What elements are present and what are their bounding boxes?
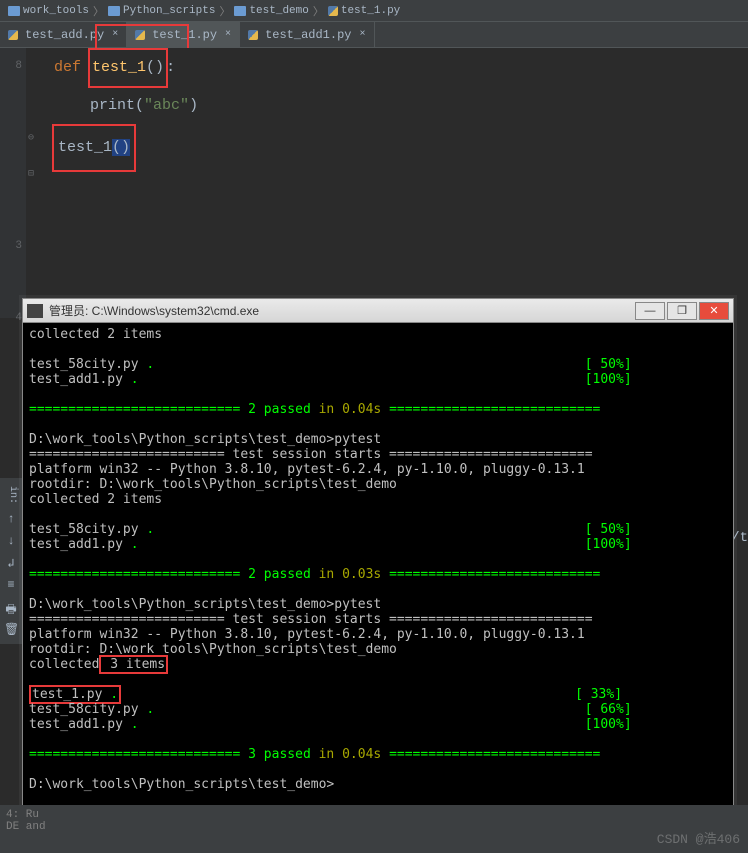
python-file-icon bbox=[135, 30, 145, 40]
folder-icon bbox=[108, 6, 120, 16]
breadcrumb-item[interactable]: work_tools bbox=[8, 5, 89, 17]
side-toolbar: in: ↑ ↓ ↲ ≡ 🖶 🗑 bbox=[0, 478, 22, 644]
status-text[interactable]: 4: Ru bbox=[6, 809, 742, 821]
code-line: test_1() bbox=[0, 124, 748, 172]
function-name: test_1 bbox=[92, 59, 146, 76]
editor-gutter: 8 3 4 bbox=[0, 48, 26, 318]
python-file-icon bbox=[248, 30, 258, 40]
close-icon[interactable]: × bbox=[112, 29, 118, 40]
tab-test-add1[interactable]: test_add1.py× bbox=[240, 22, 374, 47]
annotation-highlight: 3 items bbox=[99, 655, 168, 674]
breadcrumb-item[interactable]: test_1.py bbox=[328, 5, 400, 17]
string-literal: "abc" bbox=[144, 97, 189, 114]
status-bar: 4: Ru DE and bbox=[0, 805, 748, 853]
close-button[interactable]: ✕ bbox=[699, 302, 729, 320]
chevron-right-icon: 〉 bbox=[93, 3, 104, 19]
editor-tabs: test_add.py× test_1.py× test_add1.py× bbox=[0, 22, 748, 48]
chevron-right-icon: 〉 bbox=[219, 3, 230, 19]
terminal-output[interactable]: collected 2 items test_58city.py . [ 50%… bbox=[23, 323, 733, 831]
breadcrumb-item[interactable]: Python_scripts bbox=[108, 5, 215, 17]
tab-test-1[interactable]: test_1.py× bbox=[127, 22, 240, 47]
fold-end-icon[interactable]: ⊟ bbox=[28, 168, 34, 180]
maximize-button[interactable]: ❐ bbox=[667, 302, 697, 320]
watermark: CSDN @浩406 bbox=[657, 828, 740, 847]
builtin-print: print bbox=[90, 97, 135, 114]
close-icon[interactable]: × bbox=[359, 29, 365, 40]
arrow-down-icon[interactable]: ↓ bbox=[4, 534, 18, 548]
line-number: 3 bbox=[0, 228, 26, 264]
side-label: in: bbox=[4, 486, 18, 504]
code-line: def test_1(): bbox=[0, 48, 748, 88]
line-number: 8 bbox=[0, 48, 26, 84]
terminal-window[interactable]: 管理员: C:\Windows\system32\cmd.exe — ❐ ✕ c… bbox=[22, 298, 734, 832]
python-file-icon bbox=[8, 30, 18, 40]
breadcrumb: work_tools 〉 Python_scripts 〉 test_demo … bbox=[0, 0, 748, 22]
print-icon[interactable]: 🖶 bbox=[4, 600, 18, 614]
code-editor[interactable]: 8 3 4 ⊖ ⊟ def test_1(): print("abc") tes… bbox=[0, 48, 748, 318]
parens: () bbox=[146, 59, 164, 76]
folder-icon bbox=[8, 6, 20, 16]
trash-icon[interactable]: 🗑 bbox=[4, 622, 18, 636]
close-icon[interactable]: × bbox=[225, 29, 231, 40]
folder-icon bbox=[234, 6, 246, 16]
window-titlebar[interactable]: 管理员: C:\Windows\system32\cmd.exe — ❐ ✕ bbox=[23, 299, 733, 323]
status-text: DE and bbox=[6, 821, 742, 833]
python-file-icon bbox=[328, 6, 338, 16]
chevron-right-icon: 〉 bbox=[313, 3, 324, 19]
function-call: test_1 bbox=[58, 139, 112, 156]
window-title: 管理员: C:\Windows\system32\cmd.exe bbox=[49, 302, 635, 319]
tab-test-add[interactable]: test_add.py× bbox=[0, 22, 127, 47]
wrap-icon[interactable]: ↲ bbox=[4, 556, 18, 570]
minimize-button[interactable]: — bbox=[635, 302, 665, 320]
arrow-up-icon[interactable]: ↑ bbox=[4, 512, 18, 526]
breadcrumb-item[interactable]: test_demo bbox=[234, 5, 308, 17]
cmd-icon bbox=[27, 304, 43, 318]
parens: () bbox=[112, 139, 130, 156]
fold-icon[interactable]: ⊖ bbox=[28, 132, 34, 144]
keyword-def: def bbox=[54, 59, 81, 76]
code-line: print("abc") bbox=[0, 88, 748, 124]
bars-icon[interactable]: ≡ bbox=[4, 578, 18, 592]
